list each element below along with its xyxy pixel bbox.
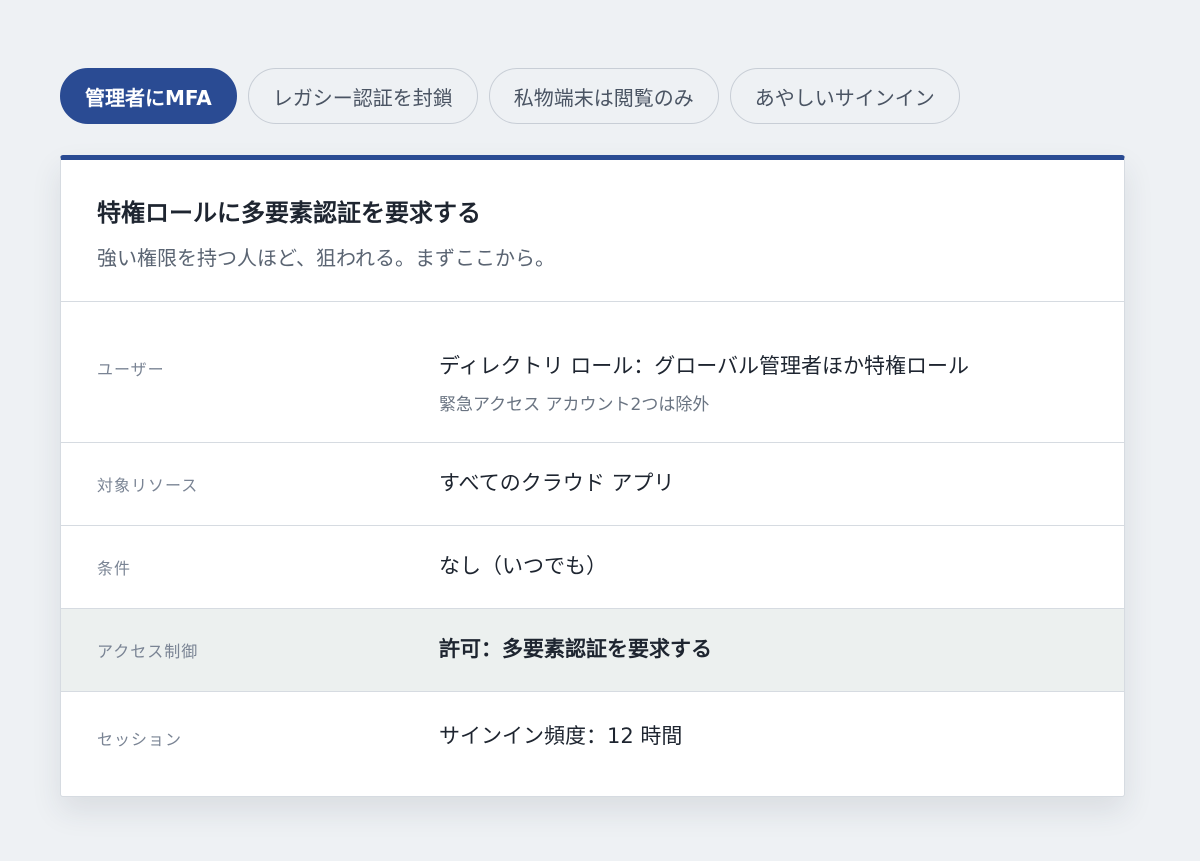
tab-admin-mfa[interactable]: 管理者にMFA (60, 68, 237, 124)
policy-title: 特権ロールに多要素認証を要求する (97, 199, 481, 227)
policy-subtitle: 強い権限を持つ人ほど、狙われる。まずここから。 (97, 246, 555, 270)
policy-card: 特権ロールに多要素認証を要求する 強い権限を持つ人ほど、狙われる。まずここから。… (60, 155, 1125, 797)
row-value-access-control: 許可：多要素認証を要求する (439, 637, 712, 661)
row-label-resources: 対象リソース (97, 476, 199, 495)
row-note-users-exclusion: 緊急アクセス アカウント2つは除外 (439, 395, 710, 415)
row-value-group-users: ディレクトリ ロール：グローバル管理者ほか特権ロール 緊急アクセス アカウント2… (439, 350, 969, 442)
policy-row-users: ユーザー ディレクトリ ロール：グローバル管理者ほか特権ロール 緊急アクセス ア… (61, 302, 1124, 443)
row-value-users: ディレクトリ ロール：グローバル管理者ほか特権ロール (439, 354, 969, 378)
row-value-resources: すべてのクラウド アプリ (439, 471, 675, 495)
policy-tabs: 管理者にMFA レガシー認証を封鎖 私物端末は閲覧のみ あやしいサインイン (60, 68, 960, 124)
policy-row-session: セッション サインイン頻度：12 時間 (61, 692, 1124, 788)
tab-personal-device-view-only[interactable]: 私物端末は閲覧のみ (488, 68, 719, 124)
row-label-access-control: アクセス制御 (97, 642, 199, 661)
row-value-session: サインイン頻度：12 時間 (439, 724, 683, 748)
tab-block-legacy-auth[interactable]: レガシー認証を封鎖 (247, 68, 478, 124)
page: { "tabs": [ {"label": "管理者にMFA", "active… (0, 0, 1200, 861)
policy-row-resources: 対象リソース すべてのクラウド アプリ (61, 443, 1124, 526)
tab-risky-signin[interactable]: あやしいサインイン (729, 68, 960, 124)
policy-header: 特権ロールに多要素認証を要求する 強い権限を持つ人ほど、狙われる。まずここから。 (61, 160, 1124, 302)
policy-row-access-control: アクセス制御 許可：多要素認証を要求する (61, 609, 1124, 692)
policy-row-conditions: 条件 なし（いつでも） (61, 526, 1124, 609)
row-label-users: ユーザー (97, 360, 165, 379)
row-value-conditions: なし（いつでも） (439, 554, 607, 578)
row-label-session: セッション (97, 730, 183, 749)
row-label-conditions: 条件 (97, 559, 132, 578)
